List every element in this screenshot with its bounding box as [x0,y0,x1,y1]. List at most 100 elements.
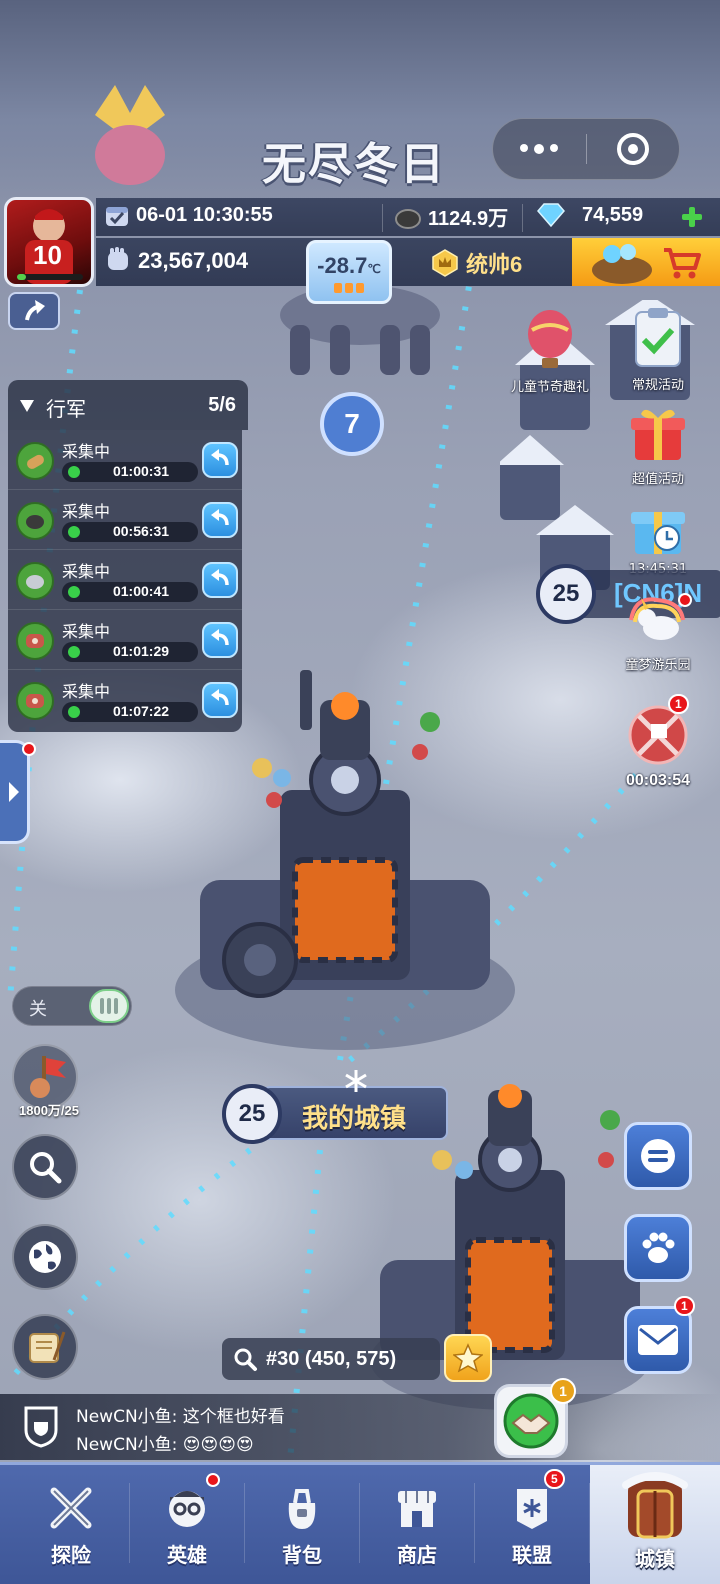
march-time: 01:07:22 [112,703,170,719]
toggle-label: 关 [29,999,47,1020]
recall-button[interactable] [202,562,238,598]
pets-button[interactable] [624,1214,692,1282]
furnace-temperature[interactable]: -28.7℃ [306,240,392,304]
regular-events-label: 常规活动 [631,378,684,393]
chevron-right-icon [8,782,19,802]
search-button[interactable] [12,1134,78,1200]
star-icon [453,1343,483,1373]
nav-town[interactable]: 城镇 [590,1465,720,1584]
more-button[interactable] [493,119,586,179]
health-bar [17,274,83,280]
diamond-icon [537,203,565,228]
children-day-label: 儿童节奇趣礼 [510,380,589,395]
march-row[interactable]: 采集中 01:00:41 [8,550,242,610]
toggle-knob [89,989,129,1023]
march-timer: 01:00:31 [62,462,198,482]
march-resource [16,442,54,480]
quest-button[interactable] [12,1314,78,1380]
town-level-badge: 25 [222,1084,282,1144]
beast-level: 7 [344,408,360,439]
chat-preview[interactable]: NewCN小鱼: 这个框也好看 NewCN小鱼: 😍😍😍😍 [0,1394,720,1460]
march-resource [16,562,54,600]
commander-rank[interactable]: 统帅6 [430,247,522,279]
coal-ore-icon [395,208,421,229]
nav-label: 城镇 [635,1547,675,1571]
notification-dot [22,742,36,756]
side-panel-toggle[interactable] [0,740,30,844]
notification-dot [206,1473,220,1487]
rally-counter: 1800万/25 [19,1103,79,1118]
nav-heroes[interactable]: 英雄 [130,1465,244,1584]
neighbor-level-badge: 25 [536,564,596,624]
game-title: 无尽冬日 [262,139,446,190]
menu-button[interactable] [624,1122,692,1190]
nav-label: 商店 [397,1543,437,1567]
notification-dot [678,593,692,607]
march-row[interactable]: 采集中 01:01:29 [8,610,242,670]
return-arrow-icon [211,509,229,526]
power-value: 23,567,004 [138,248,249,273]
nav-explore[interactable]: 探险 [14,1465,128,1584]
regular-events[interactable]: 常规活动 [612,306,704,393]
return-arrow-icon [211,689,229,706]
target-circle-icon [616,133,649,165]
arrow-up-right-icon [25,300,45,321]
march-timer: 01:00:41 [62,582,198,602]
calendar-icon [106,207,128,226]
auto-gather-toggle[interactable]: 关 [12,986,132,1026]
add-gems-button[interactable] [680,205,704,229]
beast-level-badge[interactable]: 7 [320,392,384,456]
favorite-location-button[interactable] [444,1334,492,1382]
march-resource [16,682,54,720]
heat-level-icon [334,283,364,293]
march-timer: 00:56:31 [62,522,198,542]
divider [522,204,523,232]
power-stat[interactable]: 23,567,004 [104,246,248,276]
march-status: 采集中 [62,682,111,701]
plus-icon [682,207,702,227]
wood-stat[interactable]: 1124.9万 [394,202,508,231]
march-row[interactable]: 采集中 01:00:31 [8,430,242,490]
search-icon [30,1152,62,1184]
march-list: 采集中 01:00:31 采集中 00:56:31 采集中 01:00:41 采… [8,430,242,732]
coordinate-bar[interactable]: #30 (450, 575) [222,1338,440,1380]
recall-button[interactable] [202,682,238,718]
my-town-label[interactable]: 我的城镇 25 [222,1070,452,1144]
nav-shop[interactable]: 商店 [360,1465,474,1584]
shop-bundle-button[interactable] [572,238,720,286]
recall-button[interactable] [202,442,238,478]
march-time: 01:00:41 [112,583,170,599]
world-button[interactable] [12,1224,78,1290]
handshake-icon [503,1393,559,1449]
mail-button[interactable] [624,1306,692,1374]
value-events[interactable]: 超值活动 [612,404,704,487]
expand-arrow-button[interactable] [8,292,60,330]
recall-button[interactable] [202,622,238,658]
nav-backpack[interactable]: 背包 [245,1465,359,1584]
divider [382,204,383,232]
fist-icon [108,247,128,270]
meat-icon [26,694,44,708]
gift-box-icon [631,409,685,460]
gems-stat[interactable]: 74,559 [536,202,643,228]
rally-flag-icon [30,1056,66,1098]
storefront-icon [398,1491,436,1527]
help-badge: 1 [550,1378,576,1404]
close-button[interactable] [587,119,680,179]
march-row[interactable]: 采集中 00:56:31 [8,490,242,550]
battle-event[interactable]: 00:03:54 [612,704,704,790]
recall-button[interactable] [202,502,238,538]
wood-value: 1124.9万 [428,208,509,230]
nav-alliance[interactable]: 联盟 [475,1465,589,1584]
chat-message: NewCN小鱼: 这个框也好看 [76,1407,285,1427]
children-day-event[interactable]: 儿童节奇趣礼 [504,310,596,395]
alliance-shield-icon [24,1406,58,1448]
commander-rank-value: 统帅6 [466,252,523,277]
coordinate-value: #30 (450, 575) [266,1347,397,1370]
battle-badge: 1 [668,694,689,714]
march-header[interactable]: 行军 5/6 [8,380,248,430]
coal-ore-icon [26,515,44,529]
march-row[interactable]: 采集中 01:07:22 [8,670,242,730]
snowflake-icon [345,1070,367,1092]
player-avatar[interactable]: 10 [4,197,94,287]
